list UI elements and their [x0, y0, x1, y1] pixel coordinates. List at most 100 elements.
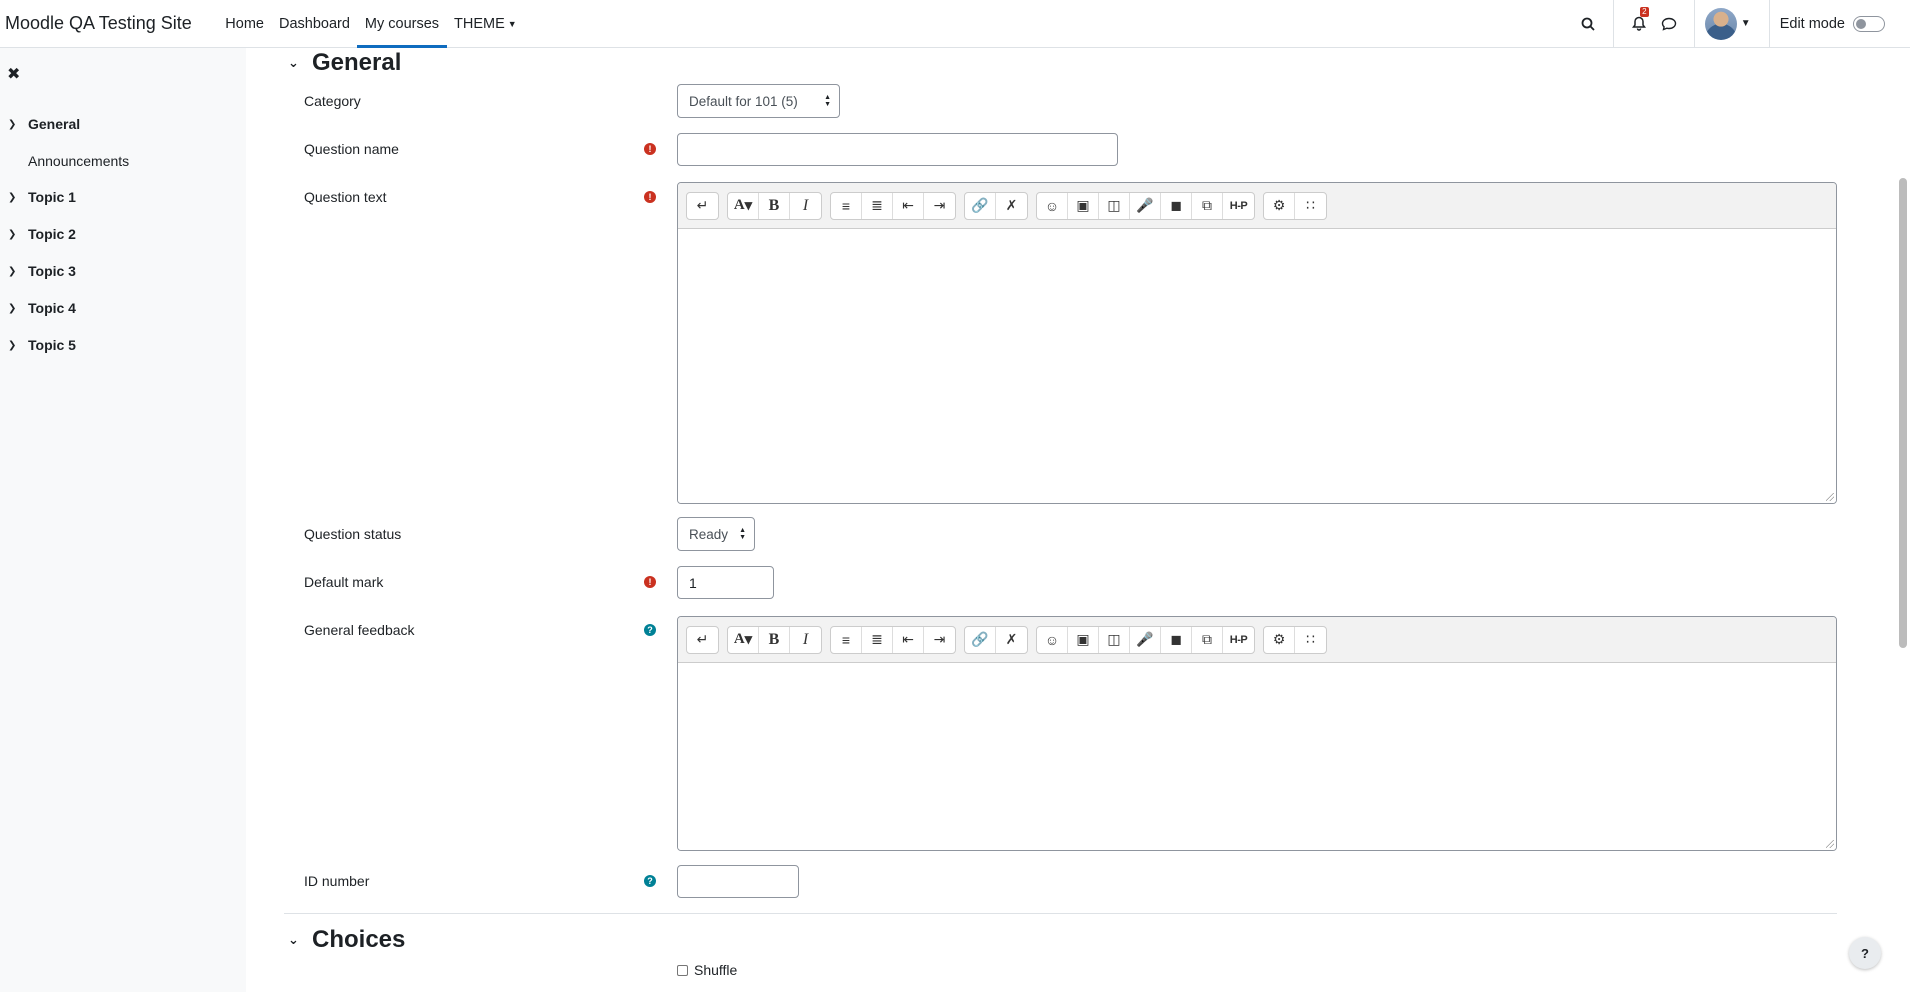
select-arrows-icon: ▲ ▼ — [739, 527, 746, 541]
chevron-down-icon[interactable]: ❯ — [0, 119, 28, 130]
video-camera-icon[interactable]: ◼ — [1161, 192, 1192, 219]
image-icon[interactable]: ▣ — [1068, 626, 1099, 653]
question-status-select[interactable]: Ready ▲ ▼ — [677, 517, 755, 551]
font-style-button[interactable]: A ▾ — [728, 626, 759, 653]
outdent-icon[interactable]: ⇤ — [893, 626, 924, 653]
general-section-header[interactable]: ⌄ General — [288, 49, 401, 77]
navbar-divider — [1768, 0, 1770, 48]
image-icon[interactable]: ▣ — [1068, 192, 1099, 219]
ordered-list-icon[interactable]: ≣ — [862, 192, 893, 219]
edit-mode-toggle[interactable] — [1853, 15, 1885, 32]
drawer-section-topic-1[interactable]: ❯ Topic 1 — [0, 187, 76, 207]
chevron-down-icon[interactable]: ❯ — [0, 229, 28, 240]
indent-icon[interactable]: ⇥ — [924, 193, 955, 219]
bold-button[interactable]: B — [759, 626, 790, 653]
shuffle-option[interactable]: Shuffle — [677, 962, 737, 978]
bold-button[interactable]: B — [759, 192, 790, 219]
toolbar-group-accessibility: ⚙ ∷ — [1263, 625, 1327, 654]
chevron-down-icon[interactable]: ▼ — [1741, 18, 1751, 29]
italic-button[interactable]: I — [790, 193, 821, 219]
help-button[interactable]: ? — [1849, 937, 1881, 969]
site-brand[interactable]: Moodle QA Testing Site — [5, 13, 192, 34]
chevron-down-icon[interactable]: ❯ — [0, 340, 28, 351]
unlink-icon[interactable]: ✗ — [996, 627, 1027, 653]
nav-home[interactable]: Home — [218, 0, 272, 48]
indent-icon[interactable]: ⇥ — [924, 627, 955, 653]
nav-theme[interactable]: THEME ▼ — [447, 0, 525, 48]
nav-my-courses[interactable]: My courses — [357, 0, 447, 48]
chevron-down-icon[interactable]: ⌄ — [288, 55, 312, 71]
outdent-icon[interactable]: ⇤ — [893, 192, 924, 219]
shuffle-label: Shuffle — [694, 962, 738, 978]
question-name-input[interactable] — [677, 133, 1118, 166]
user-avatar[interactable] — [1704, 7, 1737, 40]
question-text-editor: ↵ A ▾ B I ≡ ≣ ⇤ ⇥ 🔗 ✗ ☺ ▣ ◫ 🎤 ◼ ⧉ H-P ⚙ … — [677, 182, 1837, 504]
unordered-list-icon[interactable]: ≡ — [831, 626, 862, 653]
video-camera-icon[interactable]: ◼ — [1161, 626, 1192, 653]
required-icon: ! — [644, 143, 656, 155]
search-icon[interactable] — [1573, 0, 1603, 48]
nav-dashboard[interactable]: Dashboard — [271, 0, 357, 48]
screenreader-helper-icon[interactable]: ∷ — [1295, 627, 1326, 653]
notifications-bell-icon[interactable]: 2 — [1624, 0, 1654, 48]
chevron-down-icon[interactable]: ❯ — [0, 192, 28, 203]
media-file-icon[interactable]: ◫ — [1099, 626, 1130, 653]
drawer-section-general[interactable]: ❯ General — [0, 114, 80, 134]
id-number-input[interactable] — [677, 865, 799, 898]
italic-button[interactable]: I — [790, 627, 821, 653]
collapse-toolbar-icon[interactable]: ↵ — [687, 193, 718, 219]
drawer-section-topic-5[interactable]: ❯ Topic 5 — [0, 335, 76, 355]
general-feedback-content[interactable] — [678, 663, 1836, 850]
toolbar-group-style: A ▾ B I — [727, 625, 822, 654]
navbar-divider — [1693, 0, 1695, 48]
page-scrollbar[interactable] — [1896, 48, 1910, 992]
drawer-section-topic-2[interactable]: ❯ Topic 2 — [0, 224, 76, 244]
accessibility-checker-icon[interactable]: ⚙ — [1264, 192, 1295, 219]
manage-files-icon[interactable]: ⧉ — [1192, 192, 1223, 219]
link-icon[interactable]: 🔗 — [965, 192, 996, 219]
microphone-icon[interactable]: 🎤 — [1130, 626, 1161, 653]
scrollbar-thumb[interactable] — [1899, 178, 1907, 648]
messages-chat-icon[interactable] — [1654, 0, 1684, 48]
edit-mode-switch[interactable]: Edit mode — [1780, 15, 1885, 32]
choices-section-header[interactable]: ⌄ Choices — [288, 926, 405, 954]
unordered-list-icon[interactable]: ≡ — [831, 192, 862, 219]
emoji-icon[interactable]: ☺ — [1037, 192, 1068, 219]
resize-handle-icon[interactable] — [1826, 840, 1834, 848]
toolbar-group-collapse: ↵ — [686, 625, 719, 654]
select-arrows-icon: ▲ ▼ — [824, 94, 831, 108]
microphone-icon[interactable]: 🎤 — [1130, 192, 1161, 219]
unlink-icon[interactable]: ✗ — [996, 193, 1027, 219]
shuffle-checkbox[interactable] — [677, 964, 688, 976]
toolbar-group-insert: ☺ ▣ ◫ 🎤 ◼ ⧉ H-P — [1036, 191, 1255, 220]
help-icon[interactable]: ? — [644, 875, 656, 887]
collapse-toolbar-icon[interactable]: ↵ — [687, 627, 718, 653]
ordered-list-icon[interactable]: ≣ — [862, 626, 893, 653]
help-icon[interactable]: ? — [644, 624, 656, 636]
question-edit-form: ⌄ General Category Default for 101 (5) ▲… — [246, 48, 1896, 992]
default-mark-input[interactable]: 1 — [677, 566, 774, 599]
question-text-content[interactable] — [678, 229, 1836, 503]
category-label: Category — [304, 93, 361, 109]
manage-files-icon[interactable]: ⧉ — [1192, 626, 1223, 653]
h5p-button[interactable]: H-P — [1223, 193, 1254, 219]
chevron-down-icon[interactable]: ⌄ — [288, 932, 312, 948]
drawer-section-topic-3[interactable]: ❯ Topic 3 — [0, 261, 76, 281]
emoji-icon[interactable]: ☺ — [1037, 626, 1068, 653]
font-style-button[interactable]: A ▾ — [728, 192, 759, 219]
screenreader-helper-icon[interactable]: ∷ — [1295, 193, 1326, 219]
chevron-down-icon[interactable]: ❯ — [0, 303, 28, 314]
top-navbar: Moodle QA Testing Site Home Dashboard My… — [0, 0, 1910, 48]
media-file-icon[interactable]: ◫ — [1099, 192, 1130, 219]
accessibility-checker-icon[interactable]: ⚙ — [1264, 626, 1295, 653]
link-icon[interactable]: 🔗 — [965, 626, 996, 653]
toolbar-group-lists: ≡ ≣ ⇤ ⇥ — [830, 625, 956, 654]
drawer-section-topic-4[interactable]: ❯ Topic 4 — [0, 298, 76, 318]
h5p-button[interactable]: H-P — [1223, 627, 1254, 653]
id-number-label: ID number — [304, 873, 370, 889]
close-icon[interactable]: ✖ — [7, 64, 20, 84]
chevron-down-icon[interactable]: ❯ — [0, 266, 28, 277]
resize-handle-icon[interactable] — [1826, 493, 1834, 501]
drawer-item-announcements[interactable]: Announcements — [28, 153, 129, 169]
category-select[interactable]: Default for 101 (5) ▲ ▼ — [677, 84, 840, 118]
